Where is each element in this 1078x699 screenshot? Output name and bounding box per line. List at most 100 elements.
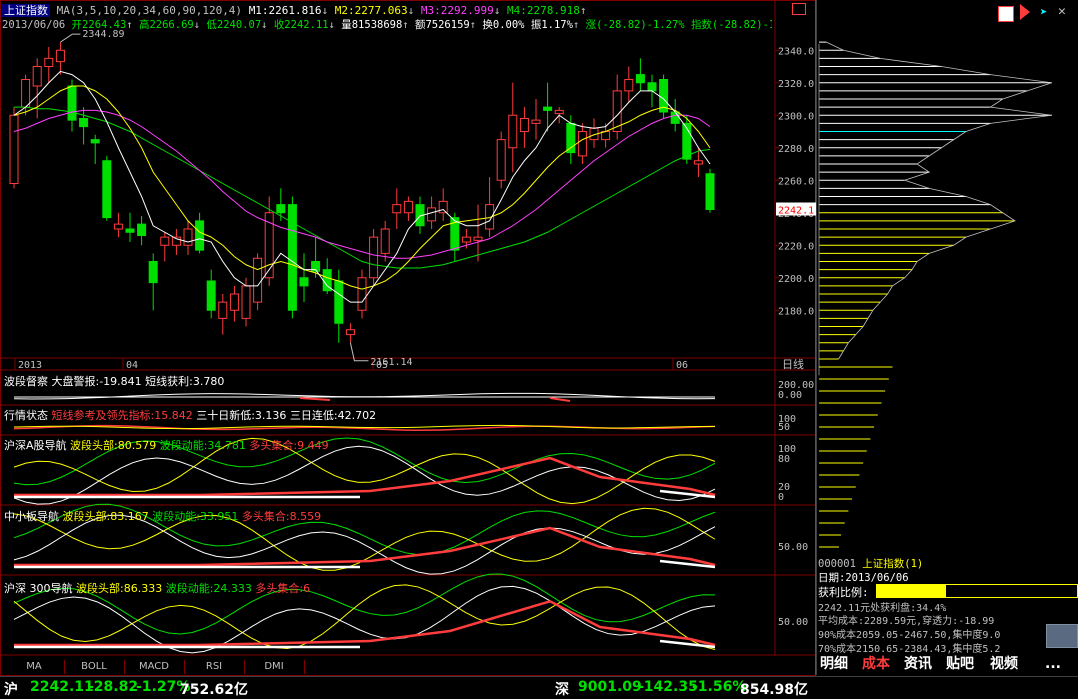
indicator-name: 波段督察 [4,375,52,388]
profit-ratio-value: 34.4% [959,584,990,595]
rp-date: 日期:2013/06/06 [818,572,909,584]
indicator-label-row: 波段督察 大盘警报:-19.841 短线获利:3.780 [4,373,224,389]
x-axis-label: 04 [126,360,138,371]
candle-up [496,139,506,181]
indicator-value: 多头集合:6 [251,582,311,595]
indicator-value: 三十日新低:3.136 [192,409,287,422]
indicator-value: 短线获利:3.780 [141,375,225,388]
candle-up [21,79,31,108]
candle-up [427,207,437,222]
right-tab-1[interactable]: 成本 [862,654,890,674]
indicator-name: 行情状态 [4,409,52,422]
candle-down [90,139,100,144]
sz-label: 深 [555,682,569,698]
rp-code: 000001 [818,558,856,570]
right-tab-0[interactable]: 明细 [820,654,848,674]
tab-macd[interactable]: MACD [124,660,185,674]
indicator-value: 波段头部:86.333 [76,582,163,595]
indicator-value: 大盘警报:-19.841 [51,375,142,388]
right-tab-3[interactable]: 贴吧 [946,654,974,674]
candle-down [67,85,77,121]
arrow-icon[interactable]: ➤ [1040,6,1052,18]
indicator-axis-label: 80 [778,454,790,465]
bar-amount: 额7526159 [414,19,470,31]
tab-boll[interactable]: BOLL [64,660,125,674]
profit-ratio-bar: 34.4% [876,584,1078,598]
candle-down [102,160,112,219]
indicator-label-row: 中小板导航 波段头部:83.167 波段动能:33.951 多头集合:8.559 [4,508,321,524]
rp-name: 上证指数(1) [862,558,924,570]
candle-up [183,228,193,246]
main-frame [0,0,816,676]
ma4-value: M4:2278.918 [507,4,580,17]
candle-up [345,329,355,336]
x-axis-label: 2013 [18,360,42,371]
candle-up [554,109,564,115]
ma-params: MA(3,5,10,20,34,60,90,120,4) [56,4,243,17]
bar-low: 低2240.07 [206,19,262,31]
right-tab-2[interactable]: 资讯 [904,654,932,674]
indicator-value: 波段动能:24.333 [162,582,252,595]
indicator-value: 多头集合:8.559 [238,510,322,523]
tools-icon[interactable]: ✕ [1058,4,1074,20]
panel-scroll-button[interactable] [1046,624,1078,648]
rp-line3: 90%成本2059.05-2467.50,集中度9.0 [818,630,1001,641]
sz-change: -142.35 [638,679,698,695]
candle-down [206,280,216,311]
more-tabs-button[interactable]: ... [1045,654,1061,674]
candle-up [369,236,379,279]
sz-value: 9001.09 [578,679,642,695]
candle-up [403,200,413,214]
bar-index: 指数(-28.82)-1.27 [690,19,772,31]
candle-up [461,236,471,243]
indicator-name: 沪深A股导航 [4,439,71,452]
candle-down [705,173,715,210]
candle-down [334,280,344,324]
candle-up [55,49,65,63]
candle-up [577,131,587,157]
ma3-value: M3:2292.999 [420,4,494,17]
flag-icon[interactable] [1020,4,1030,20]
window-close-icon[interactable] [792,3,806,15]
bar-volume: 量81538698 [341,19,403,31]
candle-down [79,118,89,128]
indicator-axis-label: 50.00 [778,542,808,553]
indicator-axis-label: 0 [778,492,784,503]
candle-up [113,223,123,230]
y-tick-label: 2220.0 [778,241,814,252]
y-tick-label: 2260.0 [778,176,814,187]
candle-down [299,277,309,287]
panel-red-line [14,599,716,647]
tab-rsi[interactable]: RSI [184,660,245,674]
candle-up [9,114,19,184]
sh-value: 2242.11 [30,679,94,695]
y-tick-label: 2300.0 [778,111,814,122]
rp-line2: 平均成本:2289.59元,穿透力:-18.99 [818,616,995,627]
candle-up [519,118,529,132]
bar-amplitude: 振1.17% [530,19,573,31]
right-code-line: 000001 上证指数(1) [818,556,923,571]
header-line-1: 上证指数 MA(3,5,10,20,34,60,90,120,4) M1:226… [2,4,587,17]
candle-up [160,236,170,246]
document-icon[interactable] [998,6,1014,22]
panel1-line [13,392,716,400]
candle-up [44,57,54,67]
candle-down [125,228,135,233]
y-tick-label: 2340.0 [778,46,814,57]
header-line-2: 2013/06/06 开2264.43↑ 高2266.69↓ 低2240.07↓… [2,17,772,32]
candle-up [357,277,367,311]
indicator-value: 波段动能:33.951 [148,510,239,523]
profile-outline [826,41,1052,360]
tab-ma[interactable]: MA [4,660,65,674]
panel-white-line [13,585,716,654]
status-bar: 沪 2242.11 -28.82 -1.27% 752.62亿 深 9001.0… [0,676,1078,699]
candle-down [543,106,553,111]
current-price-label: 2242.1 [778,206,814,217]
tab-dmi[interactable]: DMI [244,660,305,674]
right-tab-4[interactable]: 视频 [990,654,1018,674]
bar-close: 收2242.11 [273,19,329,31]
indicator-value: 波段动能:34.781 [156,439,246,452]
indicator-name: 中小板导航 [4,510,63,523]
candle-up [473,236,483,241]
indicator-value: 短线参考及领先指标:15.842 [51,409,193,422]
